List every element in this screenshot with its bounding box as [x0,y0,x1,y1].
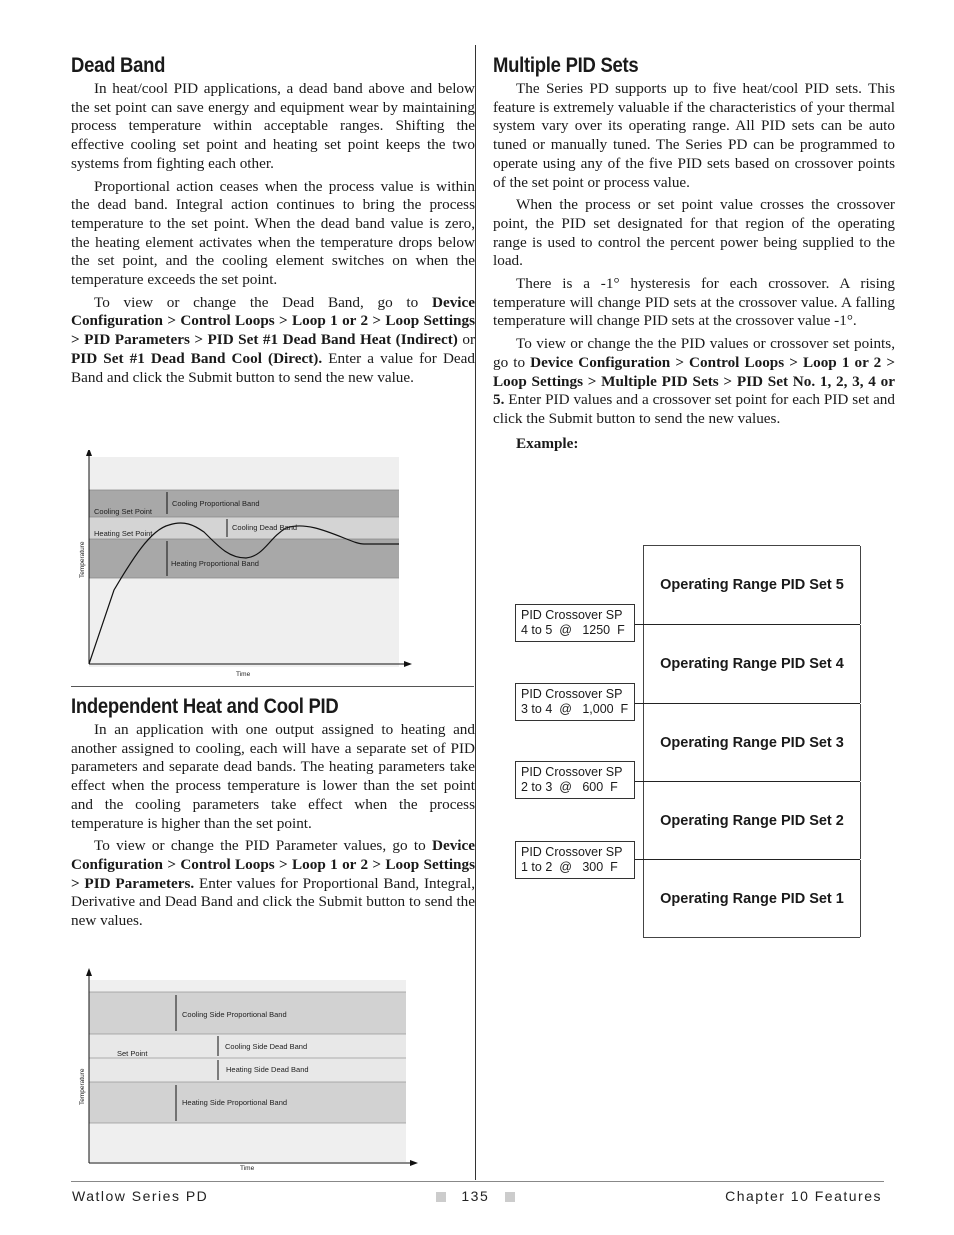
page-number: 135 [461,1188,490,1204]
crossover-box-4-to-5: PID Crossover SP 4 to 5 @ 1250 F [515,604,635,642]
range-pid-set-1: Operating Range PID Set 1 [643,860,861,937]
heating-side-dead-band-label: Heating Side Dead Band [226,1065,309,1074]
section-divider [71,686,474,687]
independent-paragraph-1: In an application with one output assign… [71,721,475,832]
footer-rule [71,1181,884,1182]
dead-band-p3-pre: To view or change the Dead Band, go to [94,293,432,311]
cooling-side-dead-band-label: Cooling Side Dead Band [225,1042,307,1051]
dead-band-p3-or: or [457,331,475,349]
crossover-box-3-to-4: PID Crossover SP 3 to 4 @ 1,000 F [515,683,635,721]
range-pid-set-2: Operating Range PID Set 2 [643,782,861,859]
x-axis-label: Time [236,671,251,678]
example-label: Example: [516,434,579,452]
y-axis-arrow-icon [86,968,92,976]
dead-band-paragraph-3: To view or change the Dead Band, go to D… [71,294,475,388]
footer-page: 135 [436,1188,515,1204]
example-label-para: Example: [493,435,895,454]
multiple-pid-p4-post: Enter PID values and a crossover set poi… [493,391,895,427]
multiple-pid-paragraph-1: The Series PD supports up to five heat/c… [493,80,895,191]
multiple-pid-paragraph-2: When the process or set point value cros… [493,196,895,270]
cooling-set-point-label: Cooling Set Point [94,507,153,516]
dead-band-diagram: Cooling Set Point Heating Set Point Cool… [79,450,412,678]
cooling-dead-band-label: Cooling Dead Band [232,523,297,532]
dead-band-paragraph-1: In heat/cool PID applications, a dead ba… [71,80,475,172]
y-axis-label: Temperature [79,1068,86,1105]
footer-square-icon [436,1192,446,1203]
footer-square-icon [504,1192,515,1203]
heating-side-prop-band-label: Heating Side Proportional Band [182,1098,287,1107]
set-point-label: Set Point [117,1049,148,1058]
range-pid-set-3: Operating Range PID Set 3 [643,704,861,781]
multiple-pid-heading: Multiple PID Sets [493,54,639,77]
column-divider [475,45,476,1180]
independent-p2-pre: To view or change the PID Parameter valu… [94,837,432,855]
multiple-pid-paragraph-4: To view or change the the PID values or … [493,335,895,429]
footer-left: Watlow Series PD [72,1188,209,1204]
independent-heading: Independent Heat and Cool PID [71,695,339,718]
cooling-side-prop-band-label: Cooling Side Proportional Band [182,1010,287,1019]
left-column: Dead Band In heat/cool PID applications,… [71,52,475,391]
range-bottom-border [643,937,860,938]
x-axis-arrow-icon [410,1160,418,1166]
dead-band-heading: Dead Band [71,54,166,77]
independent-section: Independent Heat and Cool PID In an appl… [71,693,475,935]
dead-band-paragraph-2: Proportional action ceases when the proc… [71,177,475,289]
footer-right: Chapter 10 Features [725,1188,882,1204]
dead-band-menu-path-cool: PID Set #1 Dead Band Cool (Direct). [71,349,323,367]
range-pid-set-4: Operating Range PID Set 4 [643,625,861,703]
heating-prop-band-label: Heating Proportional Band [171,559,259,568]
cooling-prop-band-label: Cooling Proportional Band [172,499,260,508]
heat-cool-band-diagram: Cooling Side Proportional Band Set Point… [79,968,418,1172]
heating-set-point-label: Heating Set Point [94,529,153,538]
range-pid-set-5: Operating Range PID Set 5 [643,546,861,624]
crossover-box-1-to-2: PID Crossover SP 1 to 2 @ 300 F [515,841,635,879]
independent-paragraph-2: To view or change the PID Parameter valu… [71,837,475,931]
x-axis-arrow-icon [404,661,412,667]
right-column: Multiple PID Sets The Series PD supports… [493,52,895,457]
y-axis-arrow-icon [86,450,92,456]
y-axis-label: Temperature [79,541,86,578]
x-axis-label: Time [240,1165,255,1172]
crossover-box-2-to-3: PID Crossover SP 2 to 3 @ 600 F [515,761,635,799]
multiple-pid-paragraph-3: There is a -1° hysteresis for each cross… [493,275,895,330]
